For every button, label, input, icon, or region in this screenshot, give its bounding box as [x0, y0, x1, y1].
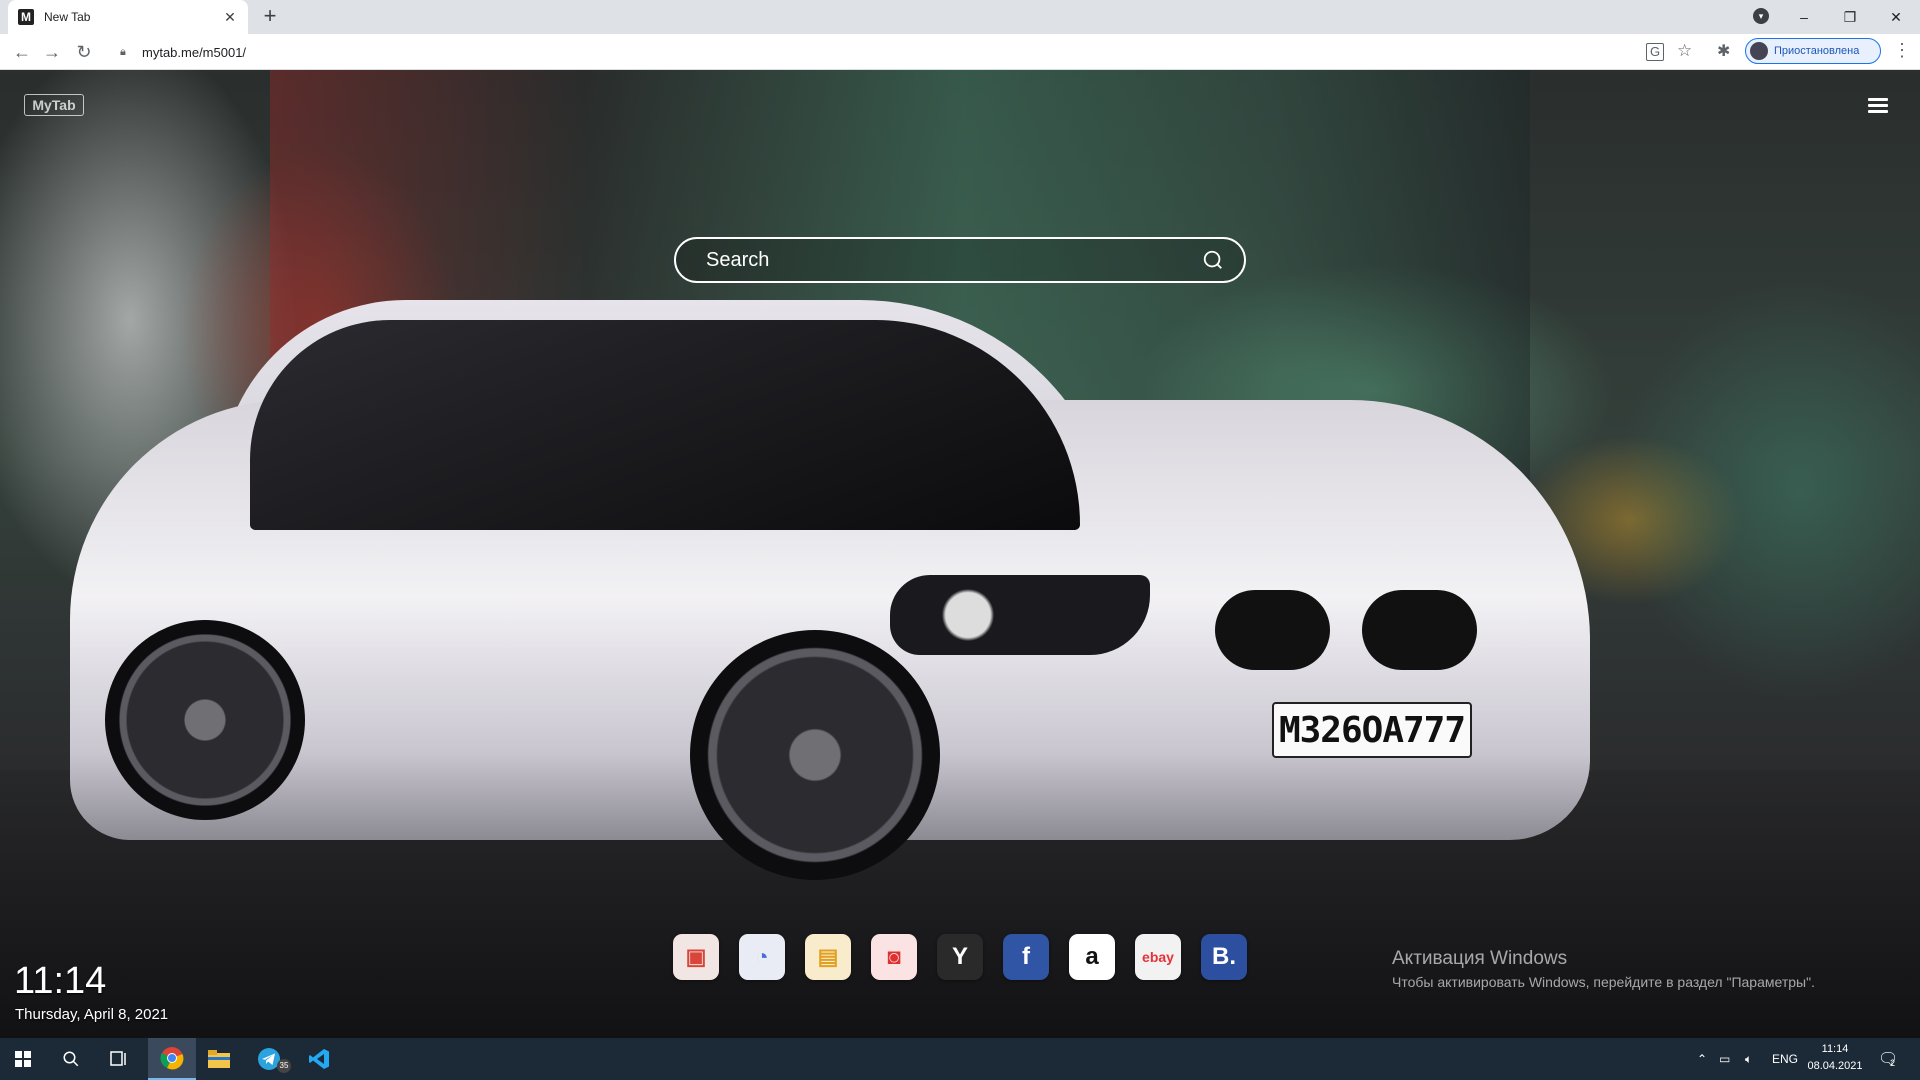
chrome-icon[interactable] — [148, 1038, 196, 1080]
vscode-icon[interactable] — [296, 1038, 342, 1080]
profile-button[interactable]: Приостановлена — [1745, 38, 1881, 64]
browser-tab[interactable]: M New Tab ✕ — [8, 0, 248, 34]
car-rear-wheel — [105, 620, 305, 820]
quicklink-label: f — [1022, 943, 1030, 970]
taskbar: ⌃ ▭ 🔈︎ ENG 11:14 08.04.2021 🗨︎ — [0, 1038, 1920, 1080]
quicklink-label: ◔ — [755, 944, 769, 969]
lock-icon[interactable]: 🔒︎ — [120, 46, 132, 58]
network-icon[interactable]: ▭ — [1719, 1038, 1730, 1080]
date: Thursday, April 8, 2021 — [15, 1006, 169, 1023]
task-view-icon[interactable] — [96, 1038, 142, 1080]
tab-strip: M New Tab ✕ + ▾ – ❐ ✕ — [0, 0, 1920, 34]
search-icon[interactable] — [48, 1038, 94, 1080]
quicklink-photos-icon[interactable]: ▣ — [673, 934, 719, 980]
taskbar-date: 08.04.2021 — [1807, 1060, 1863, 1072]
language-indicator[interactable]: ENG — [1772, 1038, 1798, 1080]
activation-description: Чтобы активировать Windows, перейдите в … — [1392, 974, 1815, 990]
quicklink-notes-icon[interactable]: ▤ — [805, 934, 851, 980]
license-plate: M326OA777 — [1272, 702, 1472, 758]
car-grille-left — [1215, 590, 1330, 670]
car-grille-right — [1362, 590, 1477, 670]
notifications-icon[interactable]: 🗨︎ — [1878, 1038, 1898, 1080]
quicklink-label: ◙ — [887, 944, 901, 969]
telegram-unread-badge: 35 — [277, 1059, 291, 1073]
url-text[interactable]: mytab.me/m5001/ — [142, 45, 246, 60]
activation-title: Активация Windows — [1392, 948, 1568, 969]
search-icon[interactable] — [1202, 249, 1224, 271]
quicklink-booking-icon[interactable]: B. — [1201, 934, 1247, 980]
star-icon[interactable]: ☆ — [1677, 41, 1692, 61]
quicklink-amazon-icon[interactable]: a — [1069, 934, 1115, 980]
address-bar[interactable]: 🔒︎ mytab.me/m5001/ — [108, 39, 1748, 65]
clock: 11:14 — [14, 960, 107, 1002]
car-headlight — [890, 575, 1150, 655]
quicklink-facebook-icon[interactable]: f — [1003, 934, 1049, 980]
new-tab-page: M326OA777 MyTab ▣ ◔ ▤ ◙ Yf a ebay B. 11:14 Thur… — [0, 70, 1920, 1038]
quicklink-ebay-icon[interactable]: ebay — [1135, 934, 1181, 980]
restore-button[interactable]: ❐ — [1830, 4, 1870, 30]
search-input[interactable] — [706, 248, 1202, 272]
browser-toolbar: ← → ↻ 🔒︎ mytab.me/m5001/ — [0, 34, 1920, 70]
windows-activation-watermark: Активация Windows Чтобы активировать Win… — [1392, 948, 1815, 990]
quicklink-label: ebay — [1142, 949, 1174, 965]
profile-label: Приостановлена — [1774, 45, 1860, 57]
quicklink-label: Y — [951, 943, 968, 970]
forward-arrow-icon[interactable]: → — [40, 40, 64, 64]
quicklink-speedtest-icon[interactable]: ◔ — [739, 934, 785, 980]
mytab-logo[interactable]: MyTab — [24, 94, 84, 116]
quicklink-label: a — [1085, 943, 1099, 970]
volume-icon[interactable]: 🔈︎ — [1745, 1038, 1752, 1080]
translate-icon[interactable]: G — [1646, 43, 1664, 61]
taskbar-time: 11:14 — [1821, 1043, 1849, 1055]
show-hidden-icons-icon[interactable]: ⌃ — [1697, 1038, 1707, 1080]
close-window-button[interactable]: ✕ — [1876, 4, 1916, 30]
tab-search-icon[interactable]: ▾ — [1753, 8, 1769, 24]
tab-title: New Tab — [44, 10, 91, 24]
close-tab-icon[interactable]: ✕ — [222, 9, 238, 26]
reload-icon[interactable]: ↻ — [72, 40, 96, 64]
back-arrow-icon[interactable]: ← — [10, 40, 34, 64]
file-explorer-icon[interactable] — [196, 1038, 242, 1080]
favicon-icon: M — [18, 9, 34, 25]
three-dots-icon[interactable]: ⋮ — [1893, 40, 1911, 61]
puzzle-icon[interactable]: ✱ — [1717, 41, 1730, 61]
new-tab-button[interactable]: + — [258, 5, 282, 29]
minimize-button[interactable]: – — [1784, 4, 1824, 30]
quicklink-label: ▤ — [817, 944, 839, 969]
quicklink-yandex-icon[interactable]: Y — [937, 934, 983, 980]
quick-links: ▣ ◔ ▤ ◙ Yf a ebay B. — [673, 934, 1247, 980]
search-box[interactable] — [674, 237, 1246, 283]
car-window — [250, 320, 1080, 530]
windows-start-icon[interactable] — [0, 1038, 46, 1080]
quicklink-games-icon[interactable]: ◙ — [871, 934, 917, 980]
notification-count-badge: 2 — [1890, 1058, 1896, 1068]
car-front-wheel — [690, 630, 940, 880]
taskbar-clock[interactable]: 11:14 08.04.2021 — [1800, 1041, 1870, 1075]
hamburger-menu-icon[interactable] — [1868, 98, 1888, 114]
quicklink-label: B. — [1212, 943, 1236, 970]
avatar — [1750, 42, 1768, 60]
quicklink-label: ▣ — [685, 944, 707, 969]
